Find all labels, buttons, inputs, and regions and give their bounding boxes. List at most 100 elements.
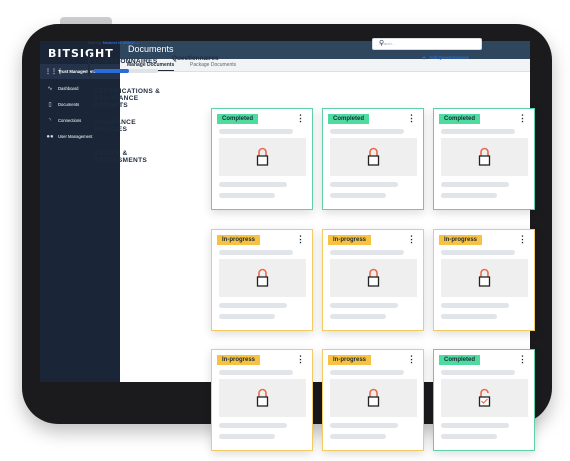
more-options-icon[interactable]: ⋮ — [296, 354, 305, 364]
placeholder-line — [330, 303, 398, 308]
placeholder-line — [330, 193, 386, 198]
placeholder-line — [441, 129, 515, 134]
wifi-icon: ◝ — [48, 118, 52, 124]
document-thumbnail — [441, 138, 528, 176]
more-options-icon[interactable]: ⋮ — [518, 234, 527, 244]
more-options-icon[interactable]: ⋮ — [407, 234, 416, 244]
questionnaire-card[interactable]: In-progress ⋮ — [322, 349, 424, 451]
lock-icon — [256, 147, 269, 166]
plus-icon: + — [422, 55, 427, 62]
placeholder-line — [219, 434, 275, 439]
placeholder-line — [330, 129, 404, 134]
status-badge: In-progress — [328, 355, 372, 365]
placeholder-line — [330, 250, 404, 255]
status-badge: Completed — [439, 114, 481, 124]
status-badge: Completed — [439, 355, 481, 365]
placeholder-line — [219, 303, 287, 308]
category-insurance-policies[interactable]: INSURANCE POLICIES — [94, 119, 164, 133]
lock-icon — [367, 147, 380, 166]
placeholder-line — [330, 423, 398, 428]
unlock-icon — [478, 388, 491, 407]
document-thumbnail — [330, 138, 417, 176]
placeholder-line — [330, 434, 386, 439]
pulse-icon: ∿ — [47, 86, 53, 92]
document-thumbnail — [219, 138, 306, 176]
category-questionnaires[interactable]: QUESTIONNAIRES — [94, 58, 164, 65]
more-options-icon[interactable]: ⋮ — [518, 354, 527, 364]
questionnaire-card[interactable]: Completed ⋮ — [322, 108, 424, 210]
placeholder-line — [219, 314, 275, 319]
page-title: Documents — [128, 44, 174, 54]
placeholder-line — [441, 434, 497, 439]
category-progress-fill — [94, 69, 130, 73]
chevron-down-icon: ⌄ — [135, 40, 140, 45]
document-thumbnail — [219, 379, 306, 417]
grid-icon: ⋮⋮⋮ — [45, 69, 63, 75]
more-options-icon[interactable]: ⋮ — [407, 113, 416, 123]
questionnaire-card[interactable]: In-progress ⋮ — [211, 349, 313, 451]
questionnaire-card[interactable]: Completed ⋮ — [433, 349, 535, 451]
lock-icon — [256, 268, 269, 287]
placeholder-line — [441, 303, 509, 308]
more-options-icon[interactable]: ⋮ — [518, 113, 527, 123]
placeholder-line — [219, 193, 275, 198]
category-certifications[interactable]: CERTIFICATIONS & ASSURANCE REPORTS — [94, 88, 164, 109]
search-icon[interactable]: ⚲ — [379, 39, 478, 47]
lock-icon — [478, 268, 491, 287]
add-questionnaires-button[interactable]: + Add Questionnaires — [422, 55, 469, 62]
placeholder-line — [441, 182, 509, 187]
placeholder-line — [441, 314, 497, 319]
document-thumbnail — [441, 259, 528, 297]
placeholder-line — [219, 182, 287, 187]
document-thumbnail — [330, 259, 417, 297]
questionnaire-card[interactable]: Completed ⋮ — [211, 108, 313, 210]
lock-icon — [256, 388, 269, 407]
document-thumbnail — [441, 379, 528, 417]
more-options-icon[interactable]: ⋮ — [296, 113, 305, 123]
placeholder-line — [219, 423, 287, 428]
document-thumbnail — [330, 379, 417, 417]
questionnaire-card[interactable]: In-progress ⋮ — [211, 229, 313, 331]
sidebar-item-label: Dashboard — [58, 86, 79, 91]
category-progress-bar — [94, 69, 158, 73]
sort-label: Sort by: — [88, 40, 102, 45]
placeholder-line — [330, 314, 386, 319]
active-indicator — [88, 54, 90, 76]
status-badge: In-progress — [439, 235, 483, 245]
questionnaire-card[interactable]: In-progress ⋮ — [322, 229, 424, 331]
tab-package-documents[interactable]: Package Documents — [190, 62, 236, 68]
more-options-icon[interactable]: ⋮ — [407, 354, 416, 364]
status-badge: In-progress — [328, 235, 372, 245]
placeholder-line — [219, 250, 293, 255]
sidebar-item-label: User Management — [58, 134, 93, 139]
status-badge: In-progress — [217, 235, 261, 245]
document-thumbnail — [219, 259, 306, 297]
placeholder-line — [441, 423, 509, 428]
lock-icon — [367, 388, 380, 407]
sidebar-item-label: Connections — [58, 118, 82, 123]
questionnaire-card[interactable]: In-progress ⋮ — [433, 229, 535, 331]
sort-value: Newest to oldest — [102, 40, 135, 45]
tablet-top-button-2 — [92, 17, 112, 24]
more-options-icon[interactable]: ⋮ — [296, 234, 305, 244]
status-badge: Completed — [328, 114, 370, 124]
category-audits-assessments[interactable]: AUDITS & ASSESSMENTS — [94, 150, 164, 164]
status-badge: In-progress — [217, 355, 261, 365]
questionnaire-card[interactable]: Completed ⋮ — [433, 108, 535, 210]
placeholder-line — [330, 182, 398, 187]
document-icon: ▯ — [48, 102, 52, 108]
add-label: Add Questionnaires — [429, 55, 469, 60]
placeholder-line — [330, 370, 404, 375]
search-input[interactable]: Search... ⚲ — [372, 38, 482, 50]
placeholder-line — [219, 370, 293, 375]
placeholder-line — [441, 193, 497, 198]
sort-dropdown[interactable]: Sort by: Newest to oldest ⌄ — [88, 40, 139, 45]
users-icon: ●● — [46, 133, 54, 140]
section-title: Questionnaires — [172, 55, 219, 62]
lock-icon — [367, 268, 380, 287]
sidebar-item-label: Documents — [58, 102, 80, 107]
status-badge: Completed — [217, 114, 259, 124]
lock-icon — [478, 147, 491, 166]
placeholder-line — [441, 250, 515, 255]
placeholder-line — [441, 370, 515, 375]
